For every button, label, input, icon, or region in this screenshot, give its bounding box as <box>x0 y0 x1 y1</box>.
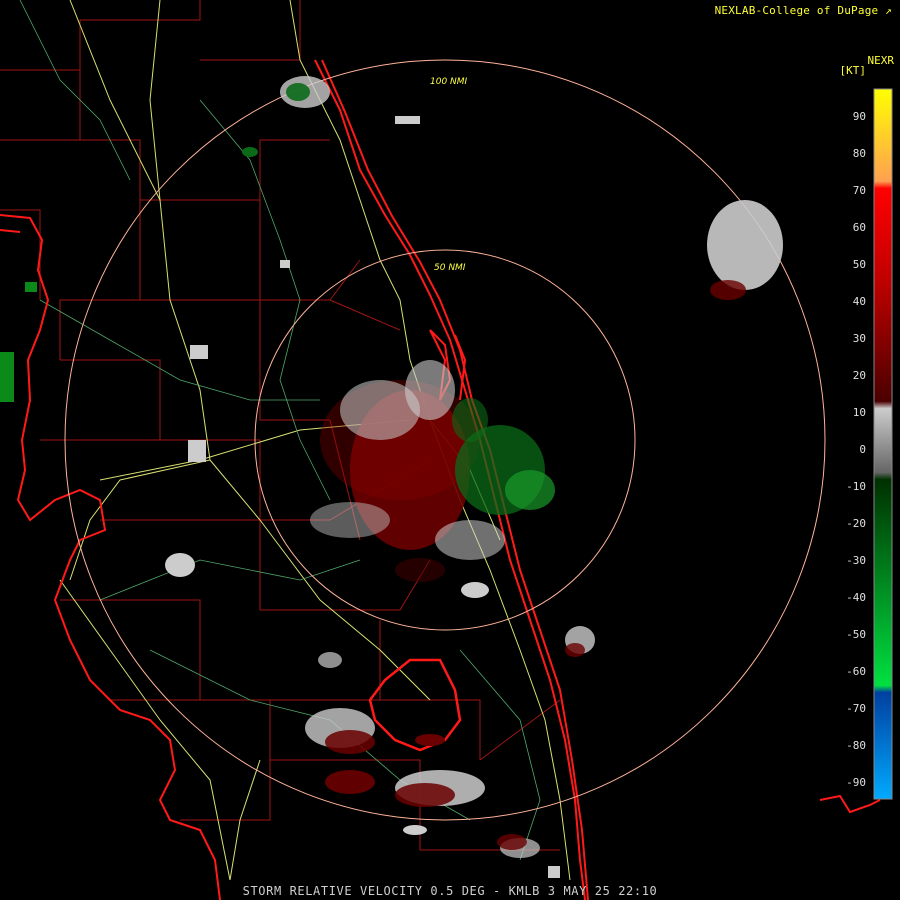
product-caption: STORM RELATIVE VELOCITY 0.5 DEG - KMLB 3… <box>242 884 658 898</box>
lake-outline <box>368 658 462 752</box>
radar-map: 50 NMI 100 NMI <box>0 0 893 900</box>
colorbar-tick-neg70: -70 <box>846 702 866 715</box>
colorbar-tick-10: 10 <box>852 406 866 419</box>
colorbar-tick-90: 90 <box>852 110 866 123</box>
colorbar-tick-neg40: -40 <box>846 591 866 604</box>
colorbar-tick-neg80: -80 <box>846 739 866 752</box>
colorbar-tick-neg20: -20 <box>846 517 866 530</box>
colorbar-tick-neg30: -30 <box>846 554 866 567</box>
colorbar-tick-neg50: -50 <box>846 628 866 641</box>
product-code-label: NEXR <box>867 54 895 67</box>
colorbar-tick-neg60: -60 <box>846 665 866 678</box>
colorbar-tick-40: 40 <box>852 295 866 308</box>
range-ring-label-100: 100 NMI <box>430 77 468 87</box>
colorbar-tick-80: 80 <box>852 147 866 160</box>
colorbar-tick-0: 0 <box>859 443 866 456</box>
colorbar-tick-70: 70 <box>852 184 866 197</box>
colorbar-tick-50: 50 <box>852 258 866 271</box>
colorbar-tick-60: 60 <box>852 221 866 234</box>
nexlab-credit-label: NEXLAB-College of DuPage ↗ <box>714 4 892 17</box>
colorbar-tick-30: 30 <box>852 332 866 345</box>
velocity-colorbar <box>873 88 893 800</box>
range-ring-label-50: 50 NMI <box>434 263 466 273</box>
colorbar-tick-neg90: -90 <box>846 776 866 789</box>
external-link-icon[interactable]: ↗ <box>885 4 892 17</box>
colorbar-tick-20: 20 <box>852 369 866 382</box>
colorbar-tick-neg10: -10 <box>846 480 866 493</box>
colorbar-unit-label: [KT] <box>839 64 867 77</box>
